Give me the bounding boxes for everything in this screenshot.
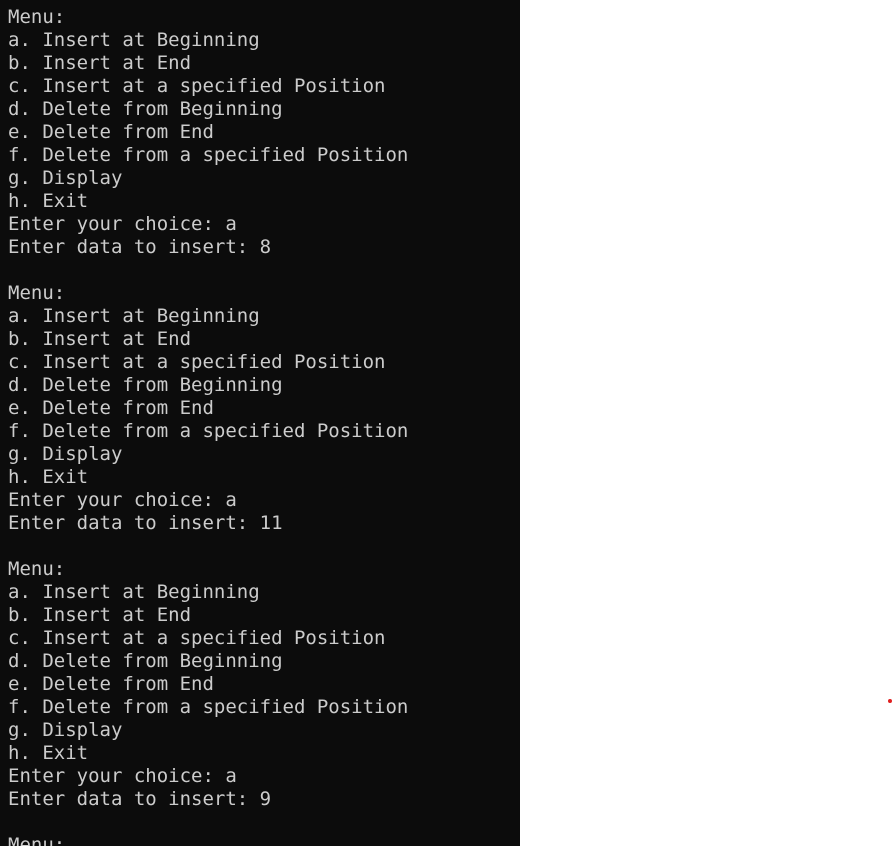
console-line: f. Delete from a specified Position	[8, 420, 409, 442]
console-line: b. Insert at End	[8, 52, 192, 74]
console-line: Enter data to insert: 8	[8, 236, 272, 258]
console-line: c. Insert at a specified Position	[8, 627, 386, 649]
console-line: Menu:	[8, 6, 66, 28]
console-line: Menu:	[8, 834, 66, 846]
console-line: a. Insert at Beginning	[8, 29, 260, 51]
console-line: f. Delete from a specified Position	[8, 144, 409, 166]
console-line: Enter your choice: a	[8, 489, 237, 511]
console-line: Enter your choice: a	[8, 765, 237, 787]
console-line: g. Display	[8, 719, 123, 741]
console-line: g. Display	[8, 443, 123, 465]
console-output: Menu: a. Insert at Beginning b. Insert at …	[8, 6, 408, 846]
console-line: d. Delete from Beginning	[8, 650, 283, 672]
console-line: h. Exit	[8, 466, 89, 488]
console-line: g. Display	[8, 167, 123, 189]
console-window[interactable]: Menu: a. Insert at Beginning b. Insert at …	[0, 0, 520, 846]
console-line: Menu:	[8, 558, 66, 580]
console-line: a. Insert at Beginning	[8, 305, 260, 327]
console-line: d. Delete from Beginning	[8, 374, 283, 396]
console-line: h. Exit	[8, 742, 89, 764]
console-line: f. Delete from a specified Position	[8, 696, 409, 718]
console-line: a. Insert at Beginning	[8, 581, 260, 603]
console-line: e. Delete from End	[8, 121, 214, 143]
console-line: Enter your choice: a	[8, 213, 237, 235]
console-line: h. Exit	[8, 190, 89, 212]
console-line: d. Delete from Beginning	[8, 98, 283, 120]
console-line: Menu:	[8, 282, 66, 304]
console-line: Enter data to insert: 9	[8, 788, 272, 810]
console-line: b. Insert at End	[8, 604, 192, 626]
console-line: e. Delete from End	[8, 397, 214, 419]
console-line: b. Insert at End	[8, 328, 192, 350]
console-line: c. Insert at a specified Position	[8, 351, 386, 373]
console-line: e. Delete from End	[8, 673, 214, 695]
console-line: c. Insert at a specified Position	[8, 75, 386, 97]
red-dot-marker	[888, 699, 892, 703]
console-line: Enter data to insert: 11	[8, 512, 283, 534]
screen: Menu: a. Insert at Beginning b. Insert at …	[0, 0, 894, 846]
